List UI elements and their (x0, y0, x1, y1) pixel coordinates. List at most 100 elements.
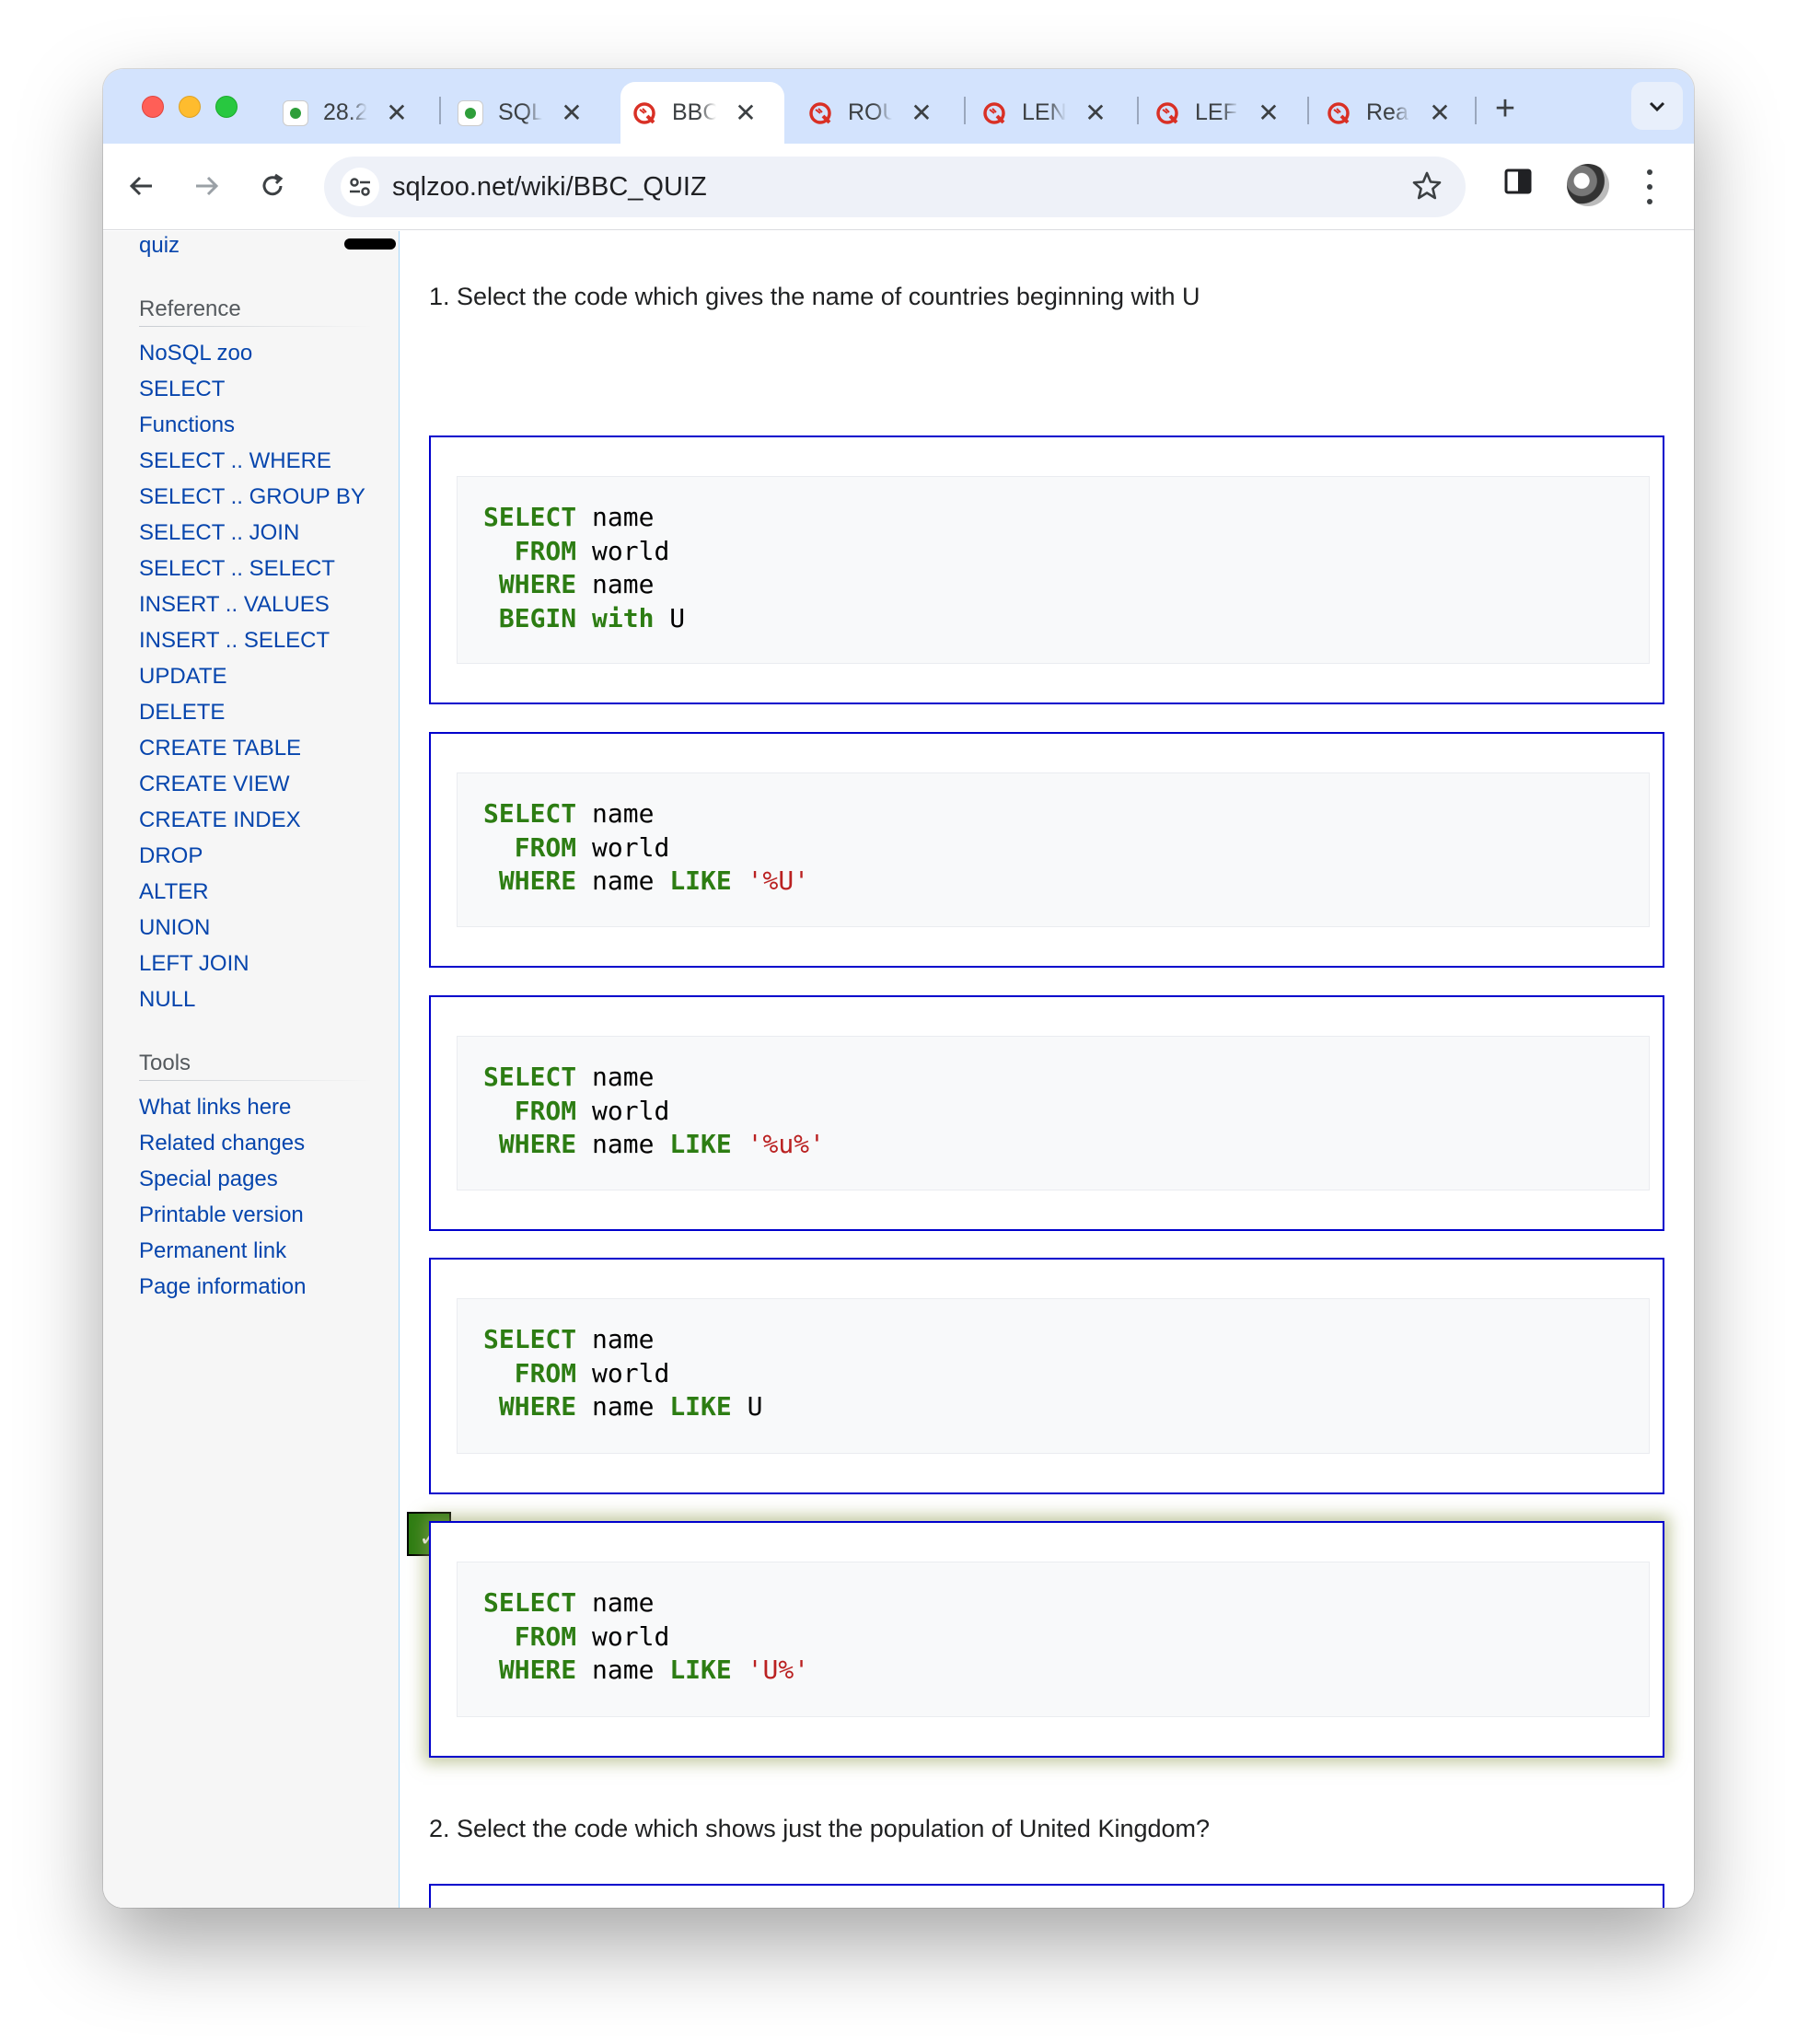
sidebar: quiz Reference NoSQL zoo SELECT Function… (103, 231, 400, 1908)
code-text: U (654, 602, 686, 633)
code-text: name (576, 1587, 655, 1618)
answer-option[interactable]: SELECT name FROM world WHERE name BEGIN … (429, 436, 1664, 704)
sqlzoo-icon (981, 100, 1007, 126)
answer-option-correct[interactable]: SELECT name FROM world WHERE name LIKE '… (429, 1521, 1664, 1758)
sidebar-link[interactable]: NoSQL zoo (139, 341, 252, 366)
code-keyword: SELECT (483, 1062, 577, 1092)
profile-avatar[interactable] (1567, 164, 1609, 206)
code-keyword: LIKE (669, 1655, 732, 1685)
tab-3-active[interactable]: BBC ✕ (620, 82, 784, 144)
close-icon[interactable]: ✕ (733, 98, 759, 128)
code-block: SELECT name FROM world WHERE name LIKE '… (457, 1562, 1650, 1717)
reference-heading: Reference (139, 296, 241, 321)
sidebar-link[interactable]: Special pages (139, 1167, 278, 1192)
sidebar-link[interactable]: SELECT .. WHERE (139, 448, 331, 474)
sidebar-link[interactable]: INSERT .. VALUES (139, 592, 330, 618)
sidebar-link[interactable]: SELECT .. SELECT (139, 556, 335, 582)
code-keyword: WHERE (483, 1391, 577, 1422)
close-icon[interactable]: ✕ (909, 98, 934, 128)
arrow-right-icon (196, 176, 219, 196)
code-text: name (576, 865, 670, 896)
sidebar-link[interactable]: UPDATE (139, 664, 227, 690)
sidebar-link[interactable]: Functions (139, 412, 235, 438)
tab-title: LEF (1195, 99, 1237, 125)
tab-title: Rea (1366, 99, 1409, 125)
sidebar-link[interactable]: NULL (139, 987, 195, 1013)
answer-option[interactable]: SELECT name FROM world WHERE name LIKE '… (429, 995, 1664, 1231)
more-menu-icon[interactable] (1640, 164, 1659, 210)
sidebar-link[interactable]: LEFT JOIN (139, 951, 249, 977)
sqlzoo-icon (807, 100, 833, 126)
sidebar-link[interactable]: Printable version (139, 1202, 304, 1228)
code-text: world (576, 1095, 670, 1126)
code-keyword: BEGIN (483, 602, 577, 633)
tab-separator (964, 97, 966, 124)
close-icon[interactable]: ✕ (559, 98, 585, 128)
sidebar-link[interactable]: CREATE TABLE (139, 736, 301, 761)
site-settings-icon[interactable] (341, 168, 379, 206)
tab-4[interactable]: ROU ✕ (807, 82, 934, 144)
forward-button[interactable] (182, 162, 230, 210)
code-text: name (576, 1324, 655, 1354)
sidebar-link-quiz[interactable]: quiz (139, 233, 180, 259)
reload-button[interactable] (249, 162, 296, 210)
code-text: name (576, 569, 655, 599)
tab-6[interactable]: LEF ✕ (1154, 82, 1281, 144)
tab-5[interactable]: LEN ✕ (981, 82, 1108, 144)
bookmark-star-icon[interactable] (1410, 169, 1443, 207)
sidebar-link[interactable]: CREATE VIEW (139, 772, 290, 797)
sidebar-link[interactable]: SELECT .. JOIN (139, 520, 299, 546)
sidebar-link[interactable]: Related changes (139, 1131, 305, 1156)
code-keyword: SELECT (483, 798, 577, 829)
sidebar-link[interactable]: What links here (139, 1095, 291, 1121)
code-keyword: FROM (483, 1095, 577, 1126)
code-keyword: LIKE (669, 1391, 732, 1422)
sidebar-link[interactable]: DROP (139, 843, 203, 869)
code-text: name (576, 502, 655, 532)
sidebar-link[interactable]: ALTER (139, 879, 209, 905)
tab-title: ROU (848, 99, 892, 125)
green-person-icon (283, 99, 308, 126)
new-tab-button[interactable]: + (1487, 89, 1524, 129)
answer-option[interactable] (429, 1884, 1664, 1908)
code-text: name (576, 1062, 655, 1092)
close-icon[interactable]: ✕ (1427, 98, 1453, 128)
sidebar-link[interactable]: UNION (139, 915, 210, 941)
tools-heading: Tools (139, 1051, 191, 1075)
sidebar-link[interactable]: Page information (139, 1274, 306, 1300)
tab-7[interactable]: Rea ✕ (1326, 82, 1453, 144)
code-keyword: FROM (483, 1357, 577, 1388)
close-icon[interactable]: ✕ (1256, 98, 1281, 128)
answer-option[interactable]: SELECT name FROM world WHERE name LIKE '… (429, 732, 1664, 968)
tab-1[interactable]: 28.2 ✕ (283, 82, 410, 144)
answer-option[interactable]: SELECT name FROM world WHERE name LIKE U (429, 1258, 1664, 1494)
back-button[interactable] (118, 162, 166, 210)
sqlzoo-icon (1154, 100, 1180, 126)
sidebar-link[interactable]: CREATE INDEX (139, 807, 301, 833)
browser-toolbar: sqlzoo.net/wiki/BBC_QUIZ (103, 144, 1694, 230)
address-bar[interactable]: sqlzoo.net/wiki/BBC_QUIZ (324, 157, 1466, 217)
tab-title: LEN (1022, 99, 1066, 125)
web-page: quiz Reference NoSQL zoo SELECT Function… (103, 231, 1694, 1908)
sidebar-link[interactable]: Permanent link (139, 1238, 286, 1264)
minimize-window-button[interactable] (179, 96, 201, 118)
close-window-button[interactable] (142, 96, 164, 118)
tab-2[interactable]: SQL ✕ (458, 82, 585, 144)
sidebar-link[interactable]: SELECT .. GROUP BY (139, 484, 365, 510)
maximize-window-button[interactable] (215, 96, 238, 118)
code-keyword: WHERE (483, 865, 577, 896)
code-string: 'U%' (747, 1655, 810, 1685)
sidebar-link[interactable]: INSERT .. SELECT (139, 628, 330, 654)
main-content: 1. Select the code which gives the name … (400, 231, 1694, 1908)
sidebar-link[interactable]: SELECT (139, 377, 225, 402)
close-icon[interactable]: ✕ (1083, 98, 1108, 128)
arrow-left-icon (129, 176, 152, 196)
tab-search-button[interactable] (1631, 82, 1683, 130)
code-string: '%u%' (747, 1129, 825, 1159)
side-panel-icon[interactable] (1502, 166, 1534, 202)
sidebar-link[interactable]: DELETE (139, 700, 225, 726)
question-2: 2. Select the code which shows just the … (429, 1815, 1211, 1842)
close-icon[interactable]: ✕ (384, 98, 410, 128)
